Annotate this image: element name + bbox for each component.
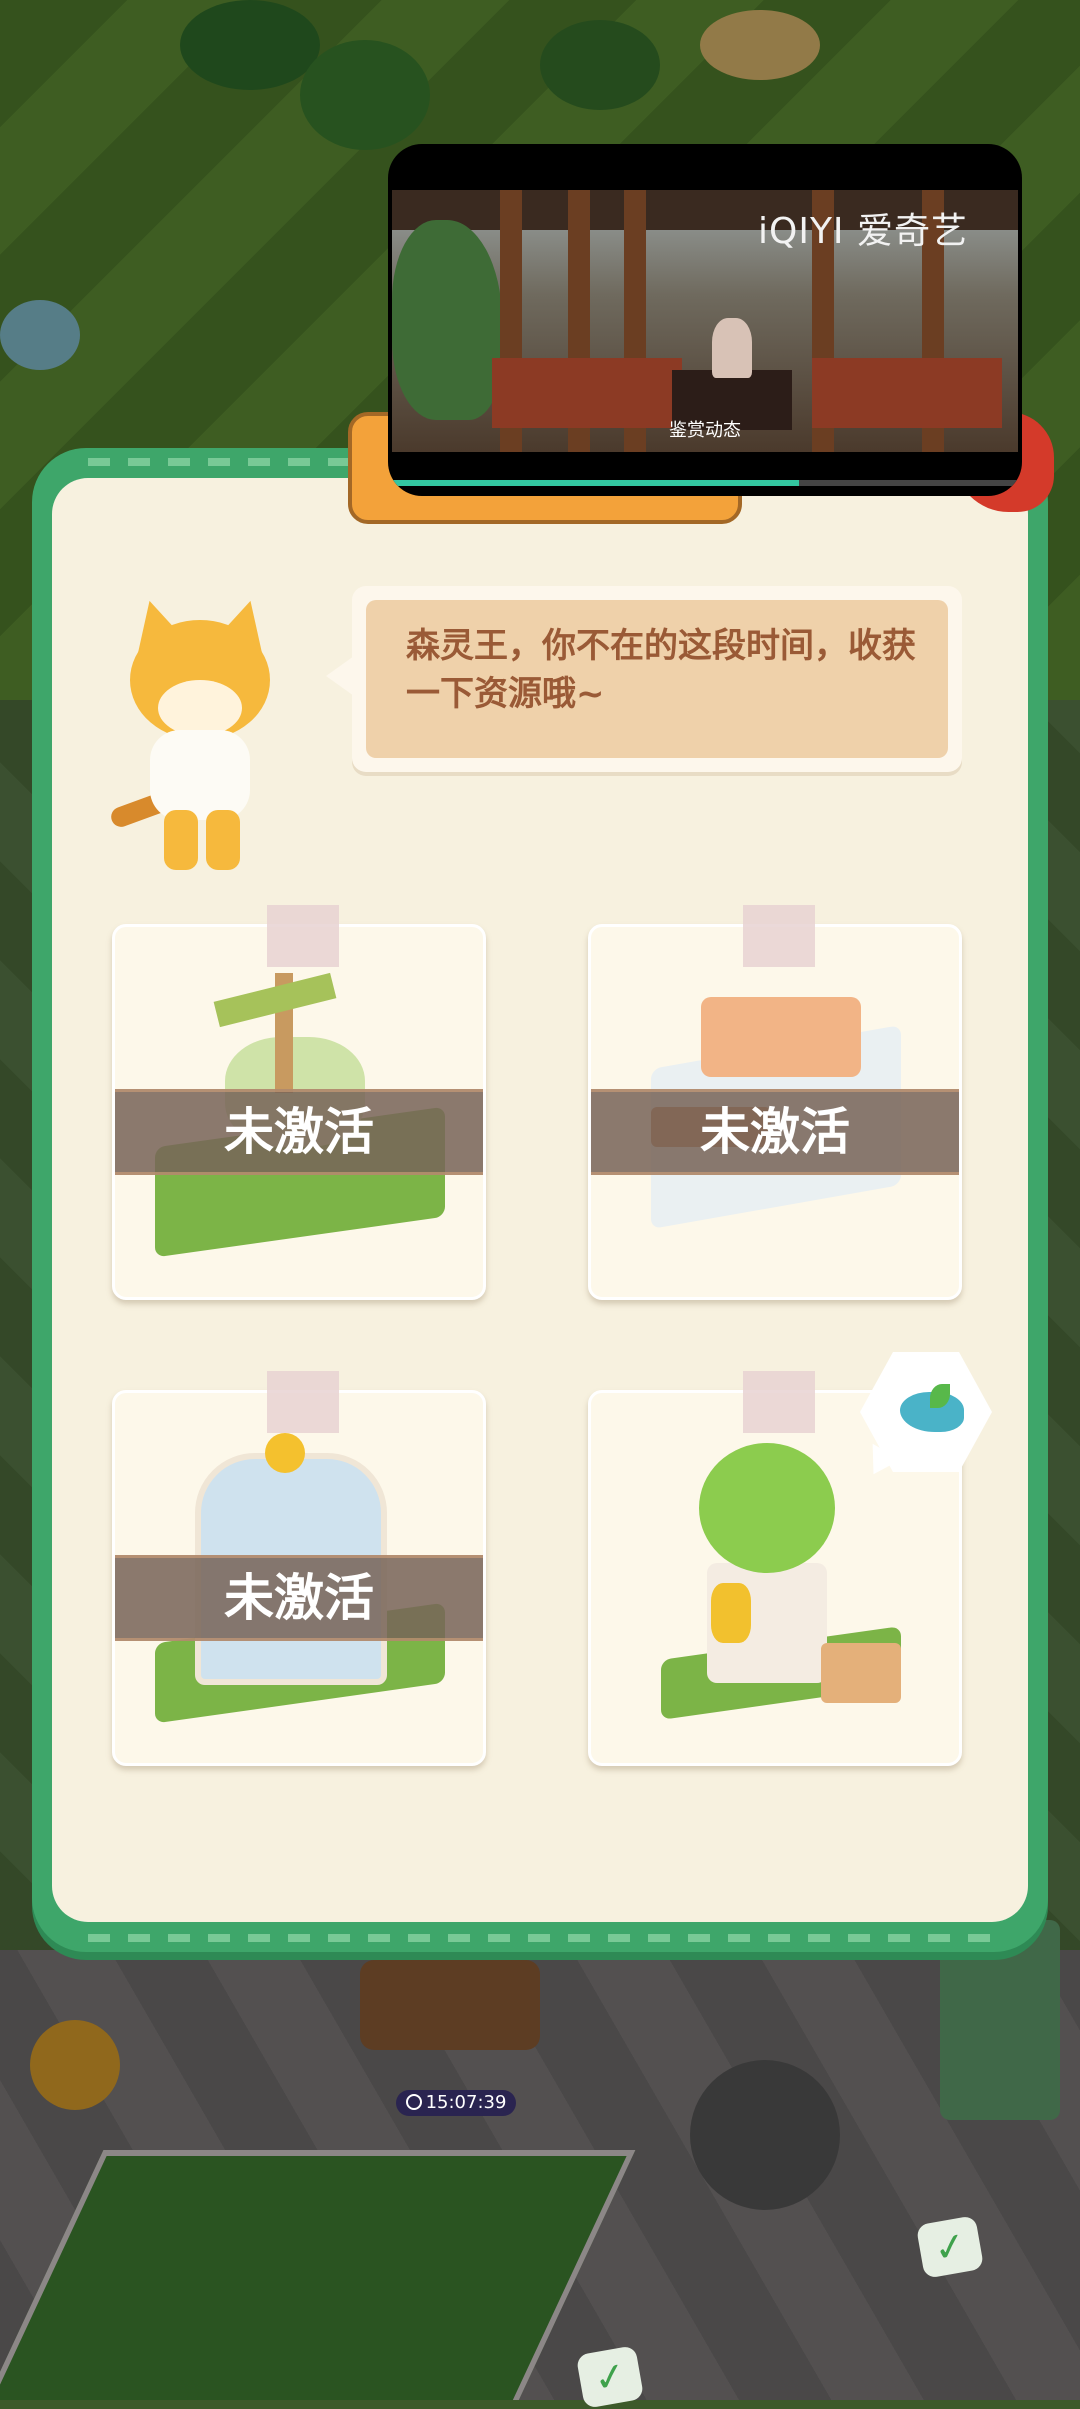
speech-message: 森灵王，你不在的这段时间，收获一下资源哦~ [406, 626, 916, 714]
building-part [701, 997, 861, 1077]
building-part [711, 1583, 751, 1643]
dialog-border-decoration [88, 1934, 992, 1942]
cat-face [158, 680, 242, 736]
iqiyi-logo: iQIYI 爱奇艺 [757, 211, 968, 252]
speech-bubble-tail [326, 656, 354, 696]
building-card-greenhouse[interactable]: 未激活 [112, 1371, 486, 1766]
inactive-label: 未激活 [224, 1103, 374, 1161]
video-progress-bar[interactable] [392, 480, 1018, 486]
inactive-label: 未激活 [700, 1103, 850, 1161]
scene-figure [712, 318, 752, 378]
clock-icon [405, 2093, 422, 2110]
tape-decoration [743, 1371, 815, 1433]
tape-decoration [267, 1371, 339, 1433]
inactive-overlay: 未激活 [591, 1089, 959, 1175]
building-card-campsite[interactable]: 未激活 [112, 905, 486, 1300]
video-progress-fill [392, 480, 799, 486]
checkmark-icon[interactable]: ✓ [575, 2345, 645, 2409]
build-timer: 15:07:39 [396, 2090, 516, 2116]
video-player[interactable]: iQIYI 爱奇艺 鉴赏动态 [388, 144, 1022, 496]
inactive-overlay: 未激活 [115, 1089, 483, 1175]
cat-body [150, 730, 250, 820]
building-part [699, 1443, 835, 1573]
scene-tree [392, 220, 502, 420]
speech-bubble: 森灵王，你不在的这段时间，收获一下资源哦~ [326, 586, 962, 772]
inactive-label: 未激活 [224, 1569, 374, 1627]
tape-decoration [267, 905, 339, 967]
building-part [265, 1433, 305, 1473]
cat-leg [164, 810, 198, 870]
building-part [821, 1643, 901, 1703]
checkmark-icon[interactable]: ✓ [915, 2215, 985, 2279]
building-card-shop[interactable]: 未激活 [588, 905, 962, 1300]
timer-text: 15:07:39 [425, 2092, 507, 2113]
cat-mascot [108, 594, 290, 880]
video-subtitle: 鉴赏动态 [669, 420, 741, 441]
tape-decoration [743, 905, 815, 967]
inactive-overlay: 未激活 [115, 1555, 483, 1641]
cat-leg [206, 810, 240, 870]
